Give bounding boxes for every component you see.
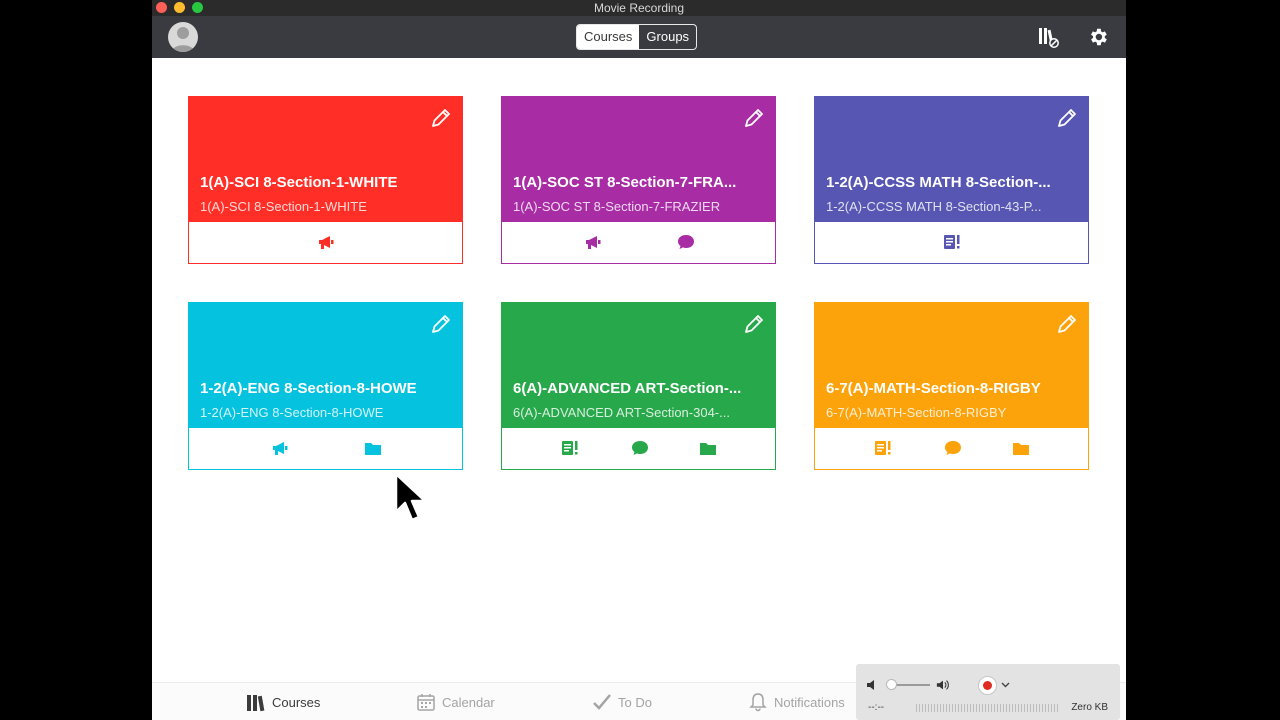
course-card[interactable]: 1(A)-SOC ST 8-Section-7-FRA... 1(A)-SOC … [501, 96, 776, 264]
course-card-header[interactable]: 1-2(A)-CCSS MATH 8-Section-... 1-2(A)-CC… [815, 97, 1088, 222]
course-card-header[interactable]: 1(A)-SCI 8-Section-1-WHITE 1(A)-SCI 8-Se… [189, 97, 462, 222]
app-window: Courses Groups 1(A)-SCI 8-Section-1-WHIT… [152, 16, 1126, 720]
course-title: 1(A)-SOC ST 8-Section-7-FRA... [513, 174, 737, 191]
course-visibility-icon[interactable] [1037, 26, 1059, 48]
bell-icon [749, 693, 767, 712]
profile-avatar[interactable] [168, 22, 198, 52]
course-subtitle: 6(A)-ADVANCED ART-Section-304-... [513, 405, 730, 420]
checkmark-icon [593, 694, 611, 710]
course-title: 1-2(A)-CCSS MATH 8-Section-... [826, 174, 1051, 191]
course-card[interactable]: 1-2(A)-ENG 8-Section-8-HOWE 1-2(A)-ENG 8… [188, 302, 463, 470]
course-card-actions [189, 428, 462, 470]
recording-size: Zero KB [1071, 702, 1108, 713]
course-subtitle: 1(A)-SCI 8-Section-1-WHITE [200, 199, 367, 214]
files-icon[interactable] [1012, 440, 1030, 456]
course-card-actions [815, 222, 1088, 264]
pencil-icon[interactable] [1056, 313, 1078, 335]
close-window-button[interactable] [156, 2, 167, 13]
course-title: 1(A)-SCI 8-Section-1-WHITE [200, 174, 398, 191]
tab-to-do[interactable]: To Do [592, 691, 652, 713]
discussions-icon[interactable] [631, 440, 649, 456]
recording-time: --:-- [868, 702, 885, 713]
tab-notifications[interactable]: Notifications [748, 691, 845, 713]
announcements-icon[interactable] [584, 234, 602, 250]
courses-groups-toggle: Courses Groups [576, 24, 698, 50]
course-card[interactable]: 1(A)-SCI 8-Section-1-WHITE 1(A)-SCI 8-Se… [188, 96, 463, 264]
course-card-actions [502, 222, 775, 264]
course-subtitle: 1(A)-SOC ST 8-Section-7-FRAZIER [513, 199, 721, 214]
course-card[interactable]: 1-2(A)-CCSS MATH 8-Section-... 1-2(A)-CC… [814, 96, 1089, 264]
course-card[interactable]: 6-7(A)-MATH-Section-8-RIGBY 6-7(A)-MATH-… [814, 302, 1089, 470]
app-header: Courses Groups [152, 16, 1126, 58]
course-card-header[interactable]: 6-7(A)-MATH-Section-8-RIGBY 6-7(A)-MATH-… [815, 303, 1088, 428]
window-titlebar: Movie Recording [152, 0, 1126, 16]
record-button[interactable] [978, 676, 997, 695]
course-card-header[interactable]: 1(A)-SOC ST 8-Section-7-FRA... 1(A)-SOC … [502, 97, 775, 222]
announcements-icon[interactable] [317, 234, 335, 250]
assignments-icon[interactable] [874, 440, 892, 456]
recording-controls: --:-- Zero KB [856, 664, 1120, 720]
course-title: 6(A)-ADVANCED ART-Section-... [513, 380, 742, 397]
course-title: 1-2(A)-ENG 8-Section-8-HOWE [200, 380, 417, 397]
minimize-window-button[interactable] [174, 2, 185, 13]
assignments-icon[interactable] [561, 440, 579, 456]
tab-to-do-label: To Do [618, 694, 652, 710]
volume-high-icon [936, 680, 949, 690]
announcements-icon[interactable] [271, 440, 289, 456]
assignments-icon[interactable] [943, 234, 961, 250]
pencil-icon[interactable] [743, 313, 765, 335]
course-card-header[interactable]: 6(A)-ADVANCED ART-Section-... 6(A)-ADVAN… [502, 303, 775, 428]
window-title: Movie Recording [593, 1, 685, 15]
course-subtitle: 1-2(A)-ENG 8-Section-8-HOWE [200, 405, 384, 420]
screen: Movie Recording Courses Groups 1(A)-SCI … [0, 0, 1280, 720]
mouse-pointer-icon [394, 472, 427, 522]
tab-courses-label: Courses [272, 694, 321, 710]
volume-low-icon [867, 680, 874, 690]
discussions-icon[interactable] [677, 234, 695, 250]
discussions-icon[interactable] [944, 440, 962, 456]
user-silhouette-icon [172, 27, 194, 52]
pencil-icon[interactable] [743, 107, 765, 129]
zoom-window-button[interactable] [192, 2, 203, 13]
chevron-down-icon[interactable] [1001, 680, 1010, 689]
audio-level-meter [916, 704, 1060, 712]
course-card-header[interactable]: 1-2(A)-ENG 8-Section-8-HOWE 1-2(A)-ENG 8… [189, 303, 462, 428]
pencil-icon[interactable] [430, 107, 452, 129]
course-card-actions [815, 428, 1088, 470]
groups-segment[interactable]: Groups [639, 25, 696, 49]
tab-calendar-label: Calendar [442, 694, 495, 710]
course-card[interactable]: 6(A)-ADVANCED ART-Section-... 6(A)-ADVAN… [501, 302, 776, 470]
files-icon[interactable] [364, 440, 382, 456]
files-icon[interactable] [699, 440, 717, 456]
courses-icon [247, 695, 265, 712]
course-subtitle: 6-7(A)-MATH-Section-8-RIGBY [826, 405, 1007, 420]
tab-notifications-label: Notifications [774, 694, 845, 710]
gear-icon[interactable] [1087, 26, 1109, 48]
course-subtitle: 1-2(A)-CCSS MATH 8-Section-43-P... [826, 199, 1042, 214]
volume-slider-knob[interactable] [886, 679, 897, 690]
tab-calendar[interactable]: Calendar [416, 691, 495, 713]
pencil-icon[interactable] [1056, 107, 1078, 129]
course-title: 6-7(A)-MATH-Section-8-RIGBY [826, 380, 1041, 397]
tab-courses[interactable]: Courses [246, 691, 320, 713]
courses-segment[interactable]: Courses [577, 25, 640, 49]
course-card-actions [189, 222, 462, 264]
calendar-icon [417, 694, 435, 711]
course-card-actions [502, 428, 775, 470]
pencil-icon[interactable] [430, 313, 452, 335]
